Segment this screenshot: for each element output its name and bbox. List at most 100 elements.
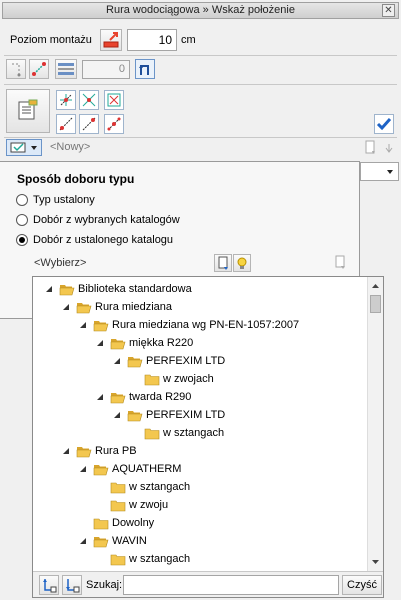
radio-label: Dobór z ustalonego katalogu	[33, 234, 174, 246]
scroll-up-icon[interactable]	[368, 279, 383, 293]
expanded-triangle-icon[interactable]	[96, 393, 104, 401]
mount-level-input[interactable]	[127, 29, 177, 51]
catalog-doc-button[interactable]	[214, 254, 232, 272]
folder-open-icon	[127, 356, 143, 367]
collapse-tree-icon	[66, 579, 80, 593]
snap-perpendicular-button[interactable]	[56, 90, 76, 110]
tree-item-label: WAVIN	[112, 535, 147, 547]
expanded-triangle-icon[interactable]	[45, 285, 53, 293]
type-field: <Nowy>	[46, 139, 358, 156]
folder-open-icon	[93, 320, 109, 331]
radio-fixed-type[interactable]: Typ ustalony	[16, 194, 95, 206]
tree-item[interactable]: PERFEXIM LTD	[113, 406, 225, 424]
tree-item[interactable]: AQUATHERM	[79, 460, 181, 478]
catalog-copy-button[interactable]	[332, 254, 350, 272]
layers-button[interactable]	[55, 59, 77, 79]
expanded-triangle-icon[interactable]	[62, 303, 70, 311]
search-input[interactable]	[123, 575, 339, 595]
scroll-thumb[interactable]	[370, 295, 381, 313]
tree-item[interactable]: w sztangach	[96, 550, 190, 568]
scroll-down-icon[interactable]	[368, 555, 383, 569]
tree-item-label: w zwojach	[163, 373, 214, 385]
tree-item-label: Rura PB	[95, 445, 137, 457]
snap-end-button[interactable]	[79, 114, 99, 134]
tree-item[interactable]: w sztangach	[130, 424, 224, 442]
leaf-spacer	[96, 483, 104, 491]
tree-item-label: w sztangach	[129, 481, 191, 493]
intersection-icon	[82, 93, 96, 107]
selection-mode-dropdown[interactable]	[6, 139, 42, 156]
tree-scrollbar[interactable]	[367, 277, 383, 571]
tree-item-label: PERFEXIM LTD	[146, 409, 226, 421]
leaf-spacer	[79, 519, 87, 527]
leaf-spacer	[96, 555, 104, 563]
close-button[interactable]: ✕	[382, 4, 395, 17]
document-arrow-icon	[335, 255, 345, 269]
pick-level-button[interactable]	[100, 29, 122, 51]
tree-item-label: miękka R220	[129, 337, 194, 349]
folder-icon	[110, 554, 126, 565]
clear-button[interactable]: Czyść	[342, 575, 382, 595]
line-tool-button[interactable]	[6, 59, 26, 79]
insert-button[interactable]	[135, 59, 155, 79]
tree-item[interactable]: Rura miedziana wg PN-EN-1057:2007	[79, 316, 299, 334]
segment-tool-button[interactable]	[29, 59, 49, 79]
tree-item-label: AQUATHERM	[112, 463, 182, 475]
expanded-triangle-icon[interactable]	[113, 411, 121, 419]
tree-item-label: w sztangach	[129, 553, 191, 565]
catalog-bulb-button[interactable]	[233, 254, 251, 272]
tree-item-label: Rura miedziana wg PN-EN-1057:2007	[112, 319, 300, 331]
tree-item[interactable]: twarda R290	[96, 388, 191, 406]
folder-open-icon	[93, 536, 109, 547]
tree-item-label: Rura miedziana	[95, 301, 173, 313]
tree-item-label: twarda R290	[129, 391, 192, 403]
checkmark-icon	[376, 118, 392, 131]
expanded-triangle-icon[interactable]	[96, 339, 104, 347]
tree-item[interactable]: PERFEXIM LTD	[113, 352, 225, 370]
right-dropdown[interactable]	[360, 162, 399, 181]
expanded-triangle-icon[interactable]	[79, 537, 87, 545]
snap-intersection-button[interactable]	[79, 90, 99, 110]
search-label: Szukaj:	[86, 579, 123, 591]
collapse-all-button[interactable]	[62, 575, 82, 595]
tree-item[interactable]: Dowolny	[79, 514, 154, 532]
expanded-triangle-icon[interactable]	[62, 447, 70, 455]
tree-item[interactable]: Biblioteka standardowa	[45, 280, 192, 298]
snap-middle-button[interactable]	[104, 114, 124, 134]
tree-item-label: Dowolny	[112, 517, 155, 529]
separator	[4, 137, 397, 138]
tree-item[interactable]: WAVIN	[79, 532, 147, 550]
folder-open-icon	[59, 284, 75, 295]
copy-type-button[interactable]	[362, 139, 380, 157]
radio-label: Dobór z wybranych katalogów	[33, 214, 180, 226]
mount-level-unit: cm	[181, 34, 196, 46]
tree-item[interactable]: w sztangach	[96, 478, 190, 496]
folder-icon	[93, 518, 109, 529]
radio-fixed-catalog[interactable]: Dobór z ustalonego katalogu	[16, 234, 173, 246]
tree-item[interactable]: w zwojach	[130, 370, 214, 388]
type-down-button[interactable]	[380, 139, 398, 157]
radio-selected-catalogs[interactable]: Dobór z wybranych katalogów	[16, 214, 180, 226]
properties-button[interactable]	[6, 89, 50, 133]
arrow-down-icon	[385, 144, 393, 153]
separator	[4, 55, 397, 56]
snap-box-button[interactable]	[104, 90, 124, 110]
confirm-button[interactable]	[374, 114, 394, 134]
start-point-icon	[59, 117, 73, 131]
folder-icon	[110, 482, 126, 493]
expanded-triangle-icon[interactable]	[79, 465, 87, 473]
folder-icon	[144, 374, 160, 385]
tree-item[interactable]: w zwoju	[96, 496, 168, 514]
expanded-triangle-icon[interactable]	[79, 321, 87, 329]
segment-icon	[32, 62, 46, 76]
tree-item-label: Biblioteka standardowa	[78, 283, 192, 295]
tree-item[interactable]: miękka R220	[96, 334, 193, 352]
tree-item[interactable]: Rura PB	[62, 442, 137, 460]
separator	[4, 84, 397, 85]
snap-start-button[interactable]	[56, 114, 76, 134]
tree-item[interactable]: Rura miedziana	[62, 298, 172, 316]
expand-all-button[interactable]	[39, 575, 59, 595]
expanded-triangle-icon[interactable]	[113, 357, 121, 365]
folder-open-icon	[93, 464, 109, 475]
catalog-select[interactable]: <Wybierz>	[32, 254, 210, 272]
